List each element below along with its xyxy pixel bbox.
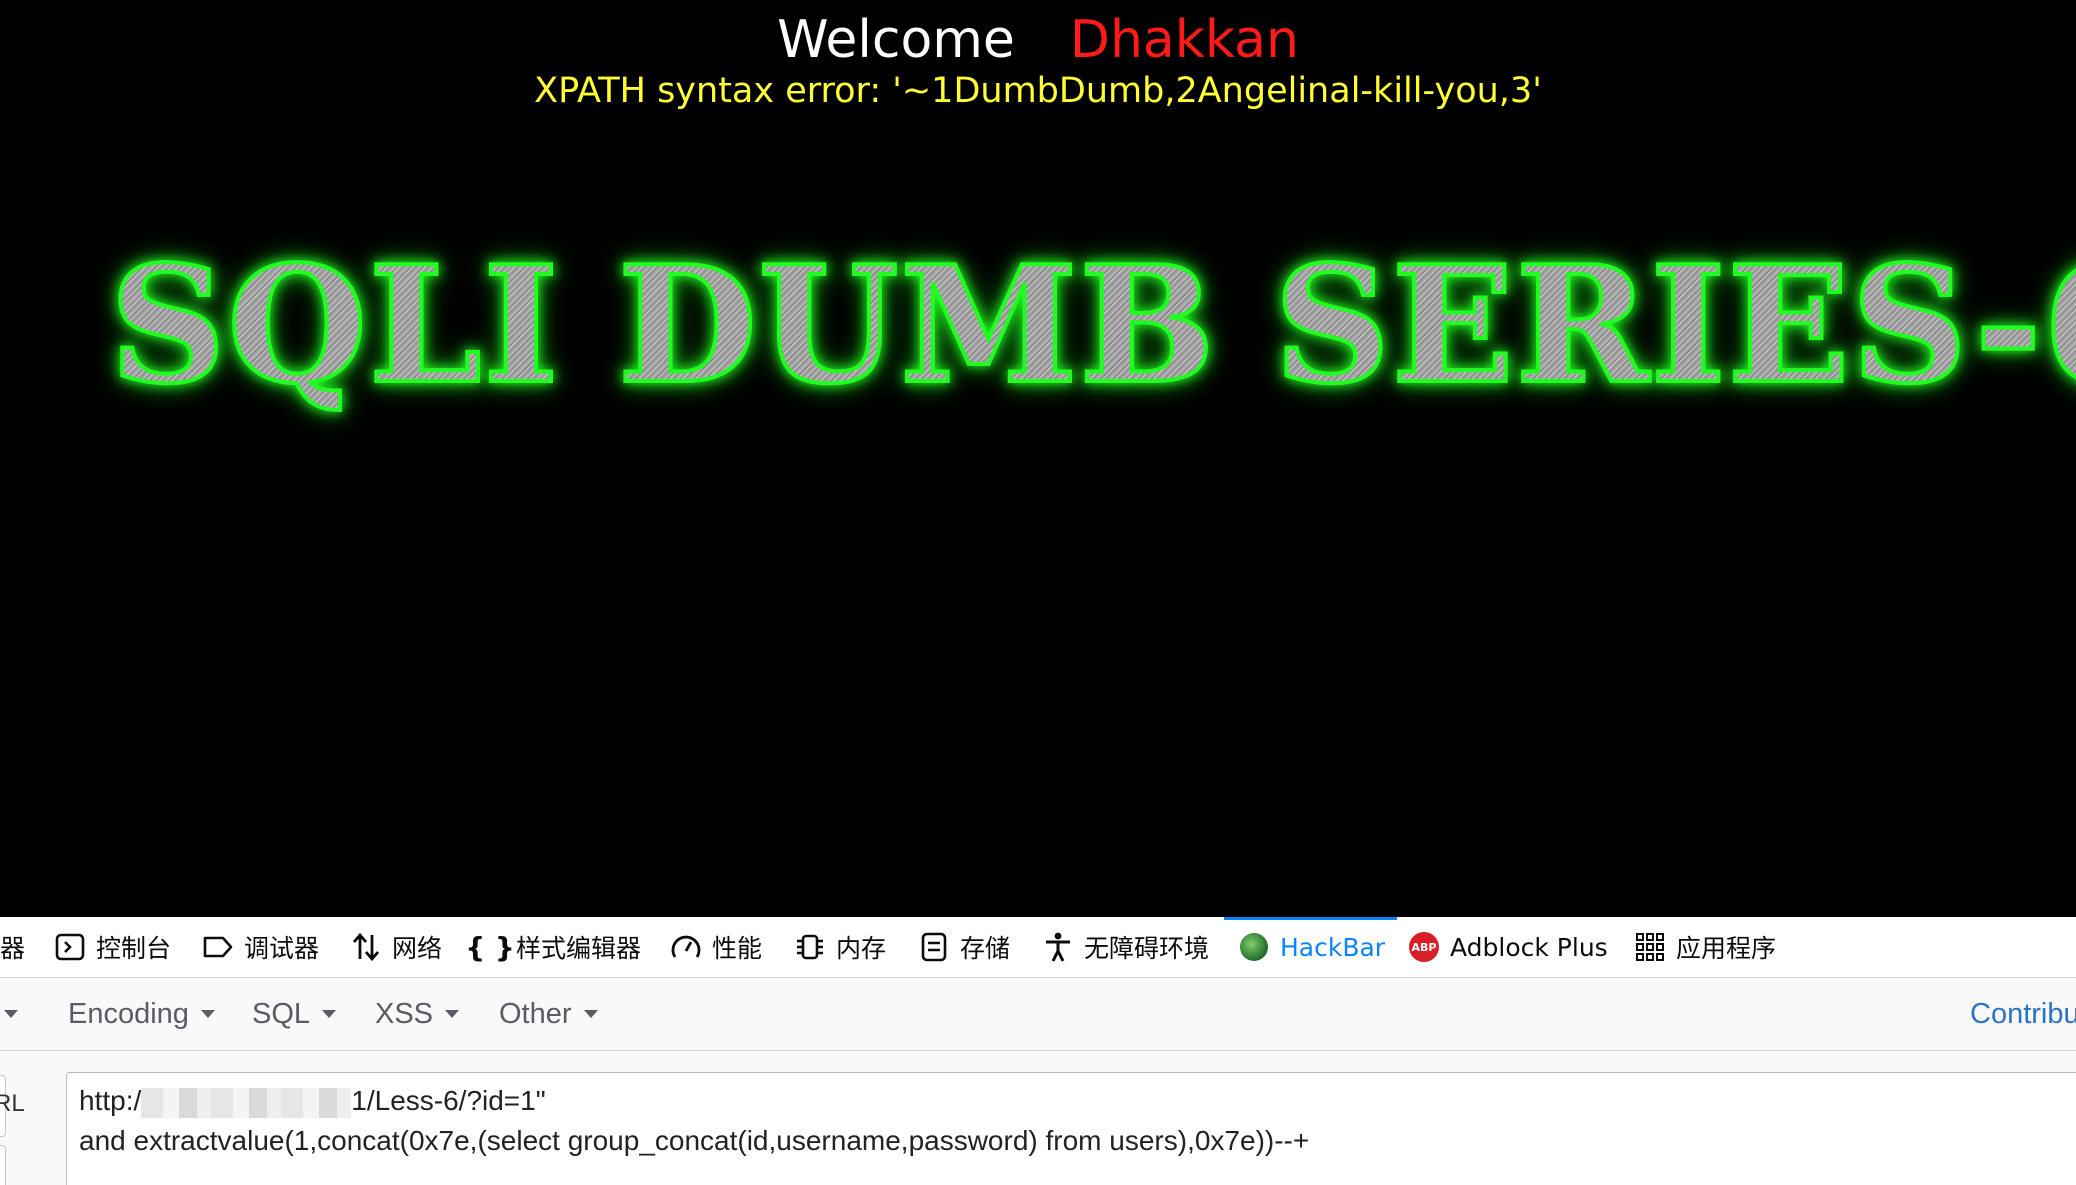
chevron-down-icon	[200, 1010, 215, 1018]
split-url-button[interactable]	[0, 1145, 6, 1185]
encoding-menu[interactable]: Encoding	[68, 978, 215, 1050]
debugger-icon	[202, 931, 234, 963]
accessibility-icon	[1042, 931, 1074, 963]
sql-menu[interactable]: SQL	[252, 978, 337, 1050]
chevron-down-icon	[322, 1010, 337, 1018]
chevron-down-icon	[583, 1010, 598, 1018]
console-icon	[54, 931, 86, 963]
menu-label: Other	[499, 997, 572, 1030]
hackbar-icon	[1238, 931, 1270, 963]
tab-hackbar[interactable]: HackBar	[1224, 917, 1398, 977]
xss-menu[interactable]: XSS	[375, 978, 460, 1050]
tab-label: 网络	[392, 934, 443, 963]
tab-label: 器	[0, 934, 26, 963]
memory-chip-icon	[794, 931, 826, 963]
xpath-error-message: XPATH syntax error: '~1DumbDumb,2Angelin…	[534, 71, 1542, 111]
contribute-link[interactable]: Contribu	[1970, 978, 2076, 1050]
tab-accessibility[interactable]: 无障碍环境	[1042, 917, 1209, 977]
network-arrows-icon	[350, 931, 382, 963]
url-line-1: http:/ 1/Less-6/?id=1"	[79, 1085, 546, 1118]
tab-label: 存储	[960, 934, 1011, 963]
tab-memory[interactable]: 内存	[794, 917, 886, 977]
tab-label: 调试器	[244, 934, 320, 963]
tab-debugger[interactable]: 调试器	[202, 917, 319, 977]
devtools-tab-bar: 器 控制台 调试器 网络 { } 样式编辑器 性能 内存 存储 无障碍环境 Ha…	[0, 917, 2076, 978]
tab-label: HackBar	[1280, 932, 1386, 962]
tab-network[interactable]: 网络	[350, 917, 442, 977]
other-menu[interactable]: Other	[499, 978, 598, 1050]
tab-label: 样式编辑器	[516, 934, 642, 963]
tab-storage[interactable]: 存储	[918, 917, 1010, 977]
storage-icon	[918, 931, 950, 963]
tab-label: 性能	[712, 934, 763, 963]
username-label: Dhakkan	[1069, 10, 1299, 70]
url-prefix: http:/	[79, 1085, 142, 1116]
tab-performance[interactable]: 性能	[670, 917, 762, 977]
side-label: RL	[0, 1090, 25, 1117]
menu-dropdown-caret[interactable]	[0, 978, 18, 1050]
adblock-plus-icon: ABP	[1408, 931, 1440, 963]
url-suffix: 1/Less-6/?id=1"	[351, 1085, 546, 1116]
menu-label: Encoding	[68, 997, 189, 1030]
devtools-panel: 器 控制台 调试器 网络 { } 样式编辑器 性能 内存 存储 无障碍环境 Ha…	[0, 917, 2076, 1185]
chevron-down-icon	[4, 1010, 18, 1018]
tab-label: 内存	[836, 934, 887, 963]
menu-label: XSS	[375, 997, 434, 1030]
tab-application[interactable]: 应用程序	[1634, 917, 1776, 977]
grid-icon	[1634, 931, 1666, 963]
braces-icon: { }	[465, 930, 515, 964]
tab-console[interactable]: 控制台	[54, 917, 171, 977]
menu-label: SQL	[252, 997, 311, 1030]
redacted-host	[141, 1087, 352, 1118]
welcome-label: Welcome	[777, 10, 1015, 70]
hackbar-toolbar: Encoding SQL XSS Other Contribu	[0, 978, 2076, 1051]
tab-adblock-plus[interactable]: ABP Adblock Plus	[1408, 917, 1608, 977]
chevron-down-icon	[445, 1010, 460, 1018]
series-banner: SQLI DUMB SERIES-6	[108, 225, 2076, 425]
tab-label: 无障碍环境	[1084, 934, 1210, 963]
tab-label: 控制台	[96, 934, 172, 963]
gauge-icon	[670, 931, 702, 963]
tab-style-editor[interactable]: { } 样式编辑器	[465, 917, 642, 977]
url-line-2: and extractvalue(1,concat(0x7e,(select g…	[79, 1125, 1310, 1156]
tab-inspector[interactable]: 器	[0, 917, 25, 977]
url-textarea[interactable]: http:/ 1/Less-6/?id=1" and extractvalue(1…	[66, 1072, 2076, 1185]
tab-label: Adblock Plus	[1450, 932, 1608, 962]
welcome-line: Welcome Dhakkan	[0, 8, 2076, 72]
tab-label: 应用程序	[1676, 934, 1777, 963]
